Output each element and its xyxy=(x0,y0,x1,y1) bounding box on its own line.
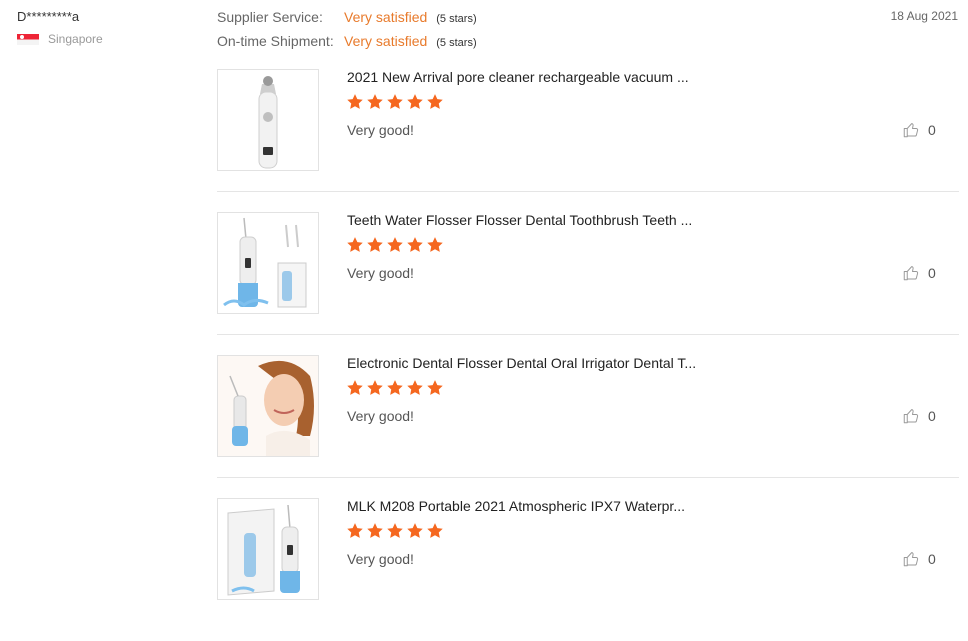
rating-value: Very satisfied xyxy=(344,33,428,49)
buyer-country: Singapore xyxy=(17,32,103,46)
thumbs-up-icon xyxy=(903,266,919,281)
helpful-button[interactable]: 0 xyxy=(902,550,936,568)
review-divider xyxy=(217,477,959,478)
review-item: Electronic Dental Flosser Dental Oral Ir… xyxy=(217,355,959,498)
star-icon xyxy=(407,380,423,395)
buyer-name: D*********a xyxy=(17,9,80,24)
supplier-ratings: Supplier Service: Very satisfied (5 star… xyxy=(217,9,477,57)
product-thumbnail[interactable] xyxy=(217,69,319,171)
star-rating xyxy=(346,379,444,397)
rating-stars-text: (5 stars) xyxy=(436,37,477,49)
helpful-count: 0 xyxy=(928,408,936,424)
review-divider xyxy=(217,191,959,192)
review-comment: Very good! xyxy=(347,122,414,138)
star-icon xyxy=(407,237,423,252)
star-icon xyxy=(367,380,383,395)
thumbs-up-icon xyxy=(903,409,919,424)
country-label: Singapore xyxy=(48,32,103,46)
water-flosser-product-image xyxy=(218,213,318,313)
helpful-button[interactable]: 0 xyxy=(902,121,936,139)
star-icon xyxy=(427,380,443,395)
product-title-link[interactable]: Teeth Water Flosser Flosser Dental Tooth… xyxy=(347,212,692,228)
helpful-button[interactable]: 0 xyxy=(902,264,936,282)
star-icon xyxy=(427,523,443,538)
star-icon xyxy=(407,523,423,538)
review-comment: Very good! xyxy=(347,265,414,281)
star-icon xyxy=(407,94,423,109)
review-comment: Very good! xyxy=(347,551,414,567)
review-comment: Very good! xyxy=(347,408,414,424)
rating-row-on-time-shipment: On-time Shipment: Very satisfied (5 star… xyxy=(217,33,477,57)
rating-label: Supplier Service: xyxy=(217,9,323,25)
review-date: 18 Aug 2021 xyxy=(890,9,958,23)
helpful-count: 0 xyxy=(928,265,936,281)
star-icon xyxy=(387,380,403,395)
product-thumbnail[interactable] xyxy=(217,498,319,600)
product-title-link[interactable]: Electronic Dental Flosser Dental Oral Ir… xyxy=(347,355,696,371)
review-divider xyxy=(217,334,959,335)
review-list: 2021 New Arrival pore cleaner rechargeab… xyxy=(217,69,959,641)
flosser-with-box-image xyxy=(218,499,318,599)
star-icon xyxy=(387,94,403,109)
buyer-info: D*********a Singapore xyxy=(17,9,103,46)
thumbs-up-icon xyxy=(903,123,919,138)
star-icon xyxy=(387,237,403,252)
product-title-link[interactable]: MLK M208 Portable 2021 Atmospheric IPX7 … xyxy=(347,498,685,514)
star-icon xyxy=(347,380,363,395)
product-title-link[interactable]: 2021 New Arrival pore cleaner rechargeab… xyxy=(347,69,689,85)
singapore-flag-icon xyxy=(17,33,39,45)
rating-value: Very satisfied xyxy=(344,9,428,25)
product-thumbnail[interactable] xyxy=(217,212,319,314)
star-icon xyxy=(387,523,403,538)
helpful-button[interactable]: 0 xyxy=(902,407,936,425)
product-thumbnail[interactable] xyxy=(217,355,319,457)
star-icon xyxy=(347,237,363,252)
star-icon xyxy=(347,94,363,109)
woman-with-flosser-image xyxy=(218,356,318,456)
star-icon xyxy=(427,237,443,252)
star-icon xyxy=(427,94,443,109)
rating-row-supplier-service: Supplier Service: Very satisfied (5 star… xyxy=(217,9,477,33)
rating-stars-text: (5 stars) xyxy=(436,13,477,25)
review-item: 2021 New Arrival pore cleaner rechargeab… xyxy=(217,69,959,212)
star-rating xyxy=(346,93,444,111)
star-rating xyxy=(346,522,444,540)
helpful-count: 0 xyxy=(928,551,936,567)
thumbs-up-icon xyxy=(903,552,919,567)
star-icon xyxy=(367,237,383,252)
star-icon xyxy=(347,523,363,538)
review-item: Teeth Water Flosser Flosser Dental Tooth… xyxy=(217,212,959,355)
star-icon xyxy=(367,523,383,538)
review-item: MLK M208 Portable 2021 Atmospheric IPX7 … xyxy=(217,498,959,641)
pore-vacuum-product-image xyxy=(218,70,318,170)
star-icon xyxy=(367,94,383,109)
star-rating xyxy=(346,236,444,254)
helpful-count: 0 xyxy=(928,122,936,138)
rating-label: On-time Shipment: xyxy=(217,33,334,49)
